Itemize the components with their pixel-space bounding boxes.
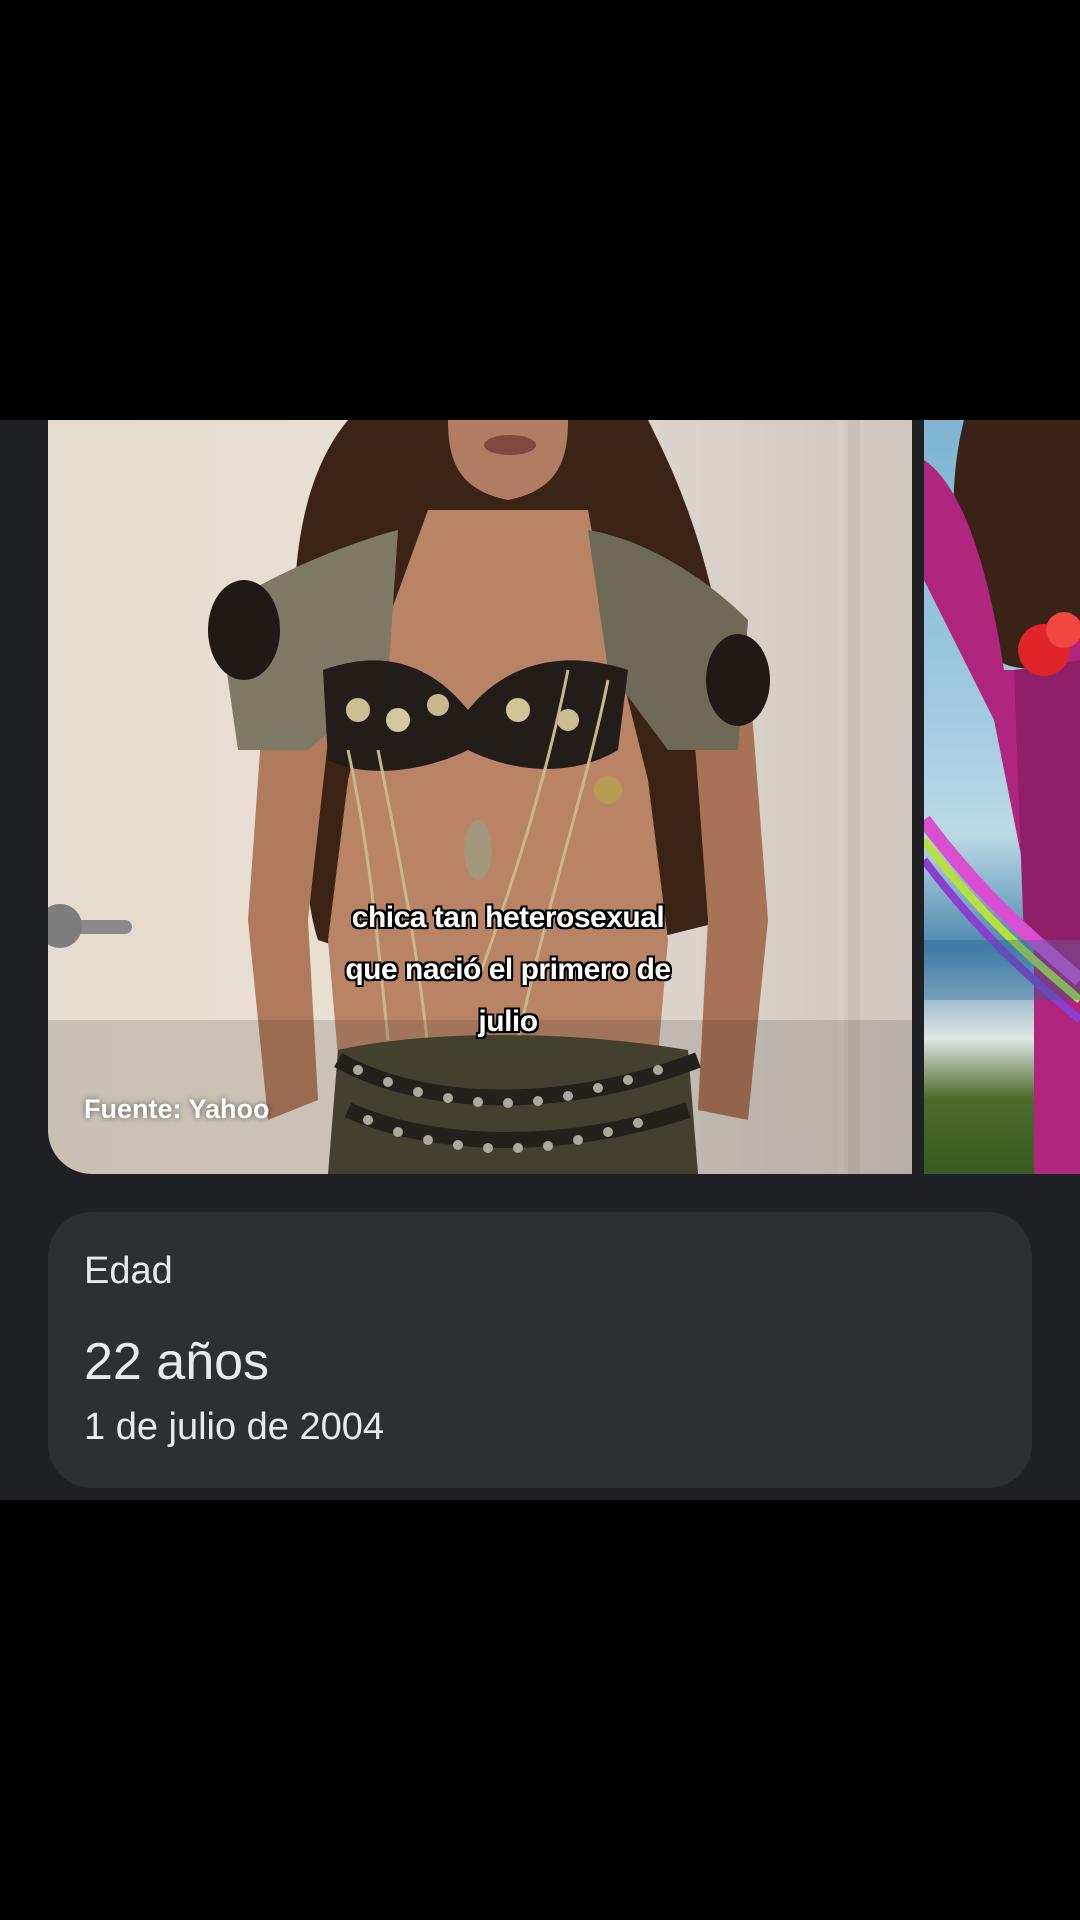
next-image-card[interactable] — [924, 420, 1080, 1174]
screen: chica tan heterosexual que nació el prim… — [0, 0, 1080, 1920]
image-carousel[interactable]: chica tan heterosexual que nació el prim… — [48, 420, 1080, 1174]
image-caption-overlay: chica tan heterosexual que nació el prim… — [345, 901, 671, 1038]
image-source-label[interactable]: Fuente: Yahoo — [84, 1094, 270, 1125]
birth-date: 1 de julio de 2004 — [84, 1406, 385, 1448]
secondary-photo — [924, 420, 1080, 1174]
age-label: Edad — [84, 1250, 173, 1292]
age-info-card[interactable]: Edad 22 años 1 de julio de 2004 — [48, 1212, 1032, 1488]
main-image-card[interactable]: chica tan heterosexual que nació el prim… — [48, 420, 912, 1174]
top-letterbox — [0, 0, 1080, 420]
age-value: 22 años — [84, 1333, 270, 1391]
bottom-letterbox — [0, 1500, 1080, 1920]
person-photo — [48, 420, 912, 1174]
